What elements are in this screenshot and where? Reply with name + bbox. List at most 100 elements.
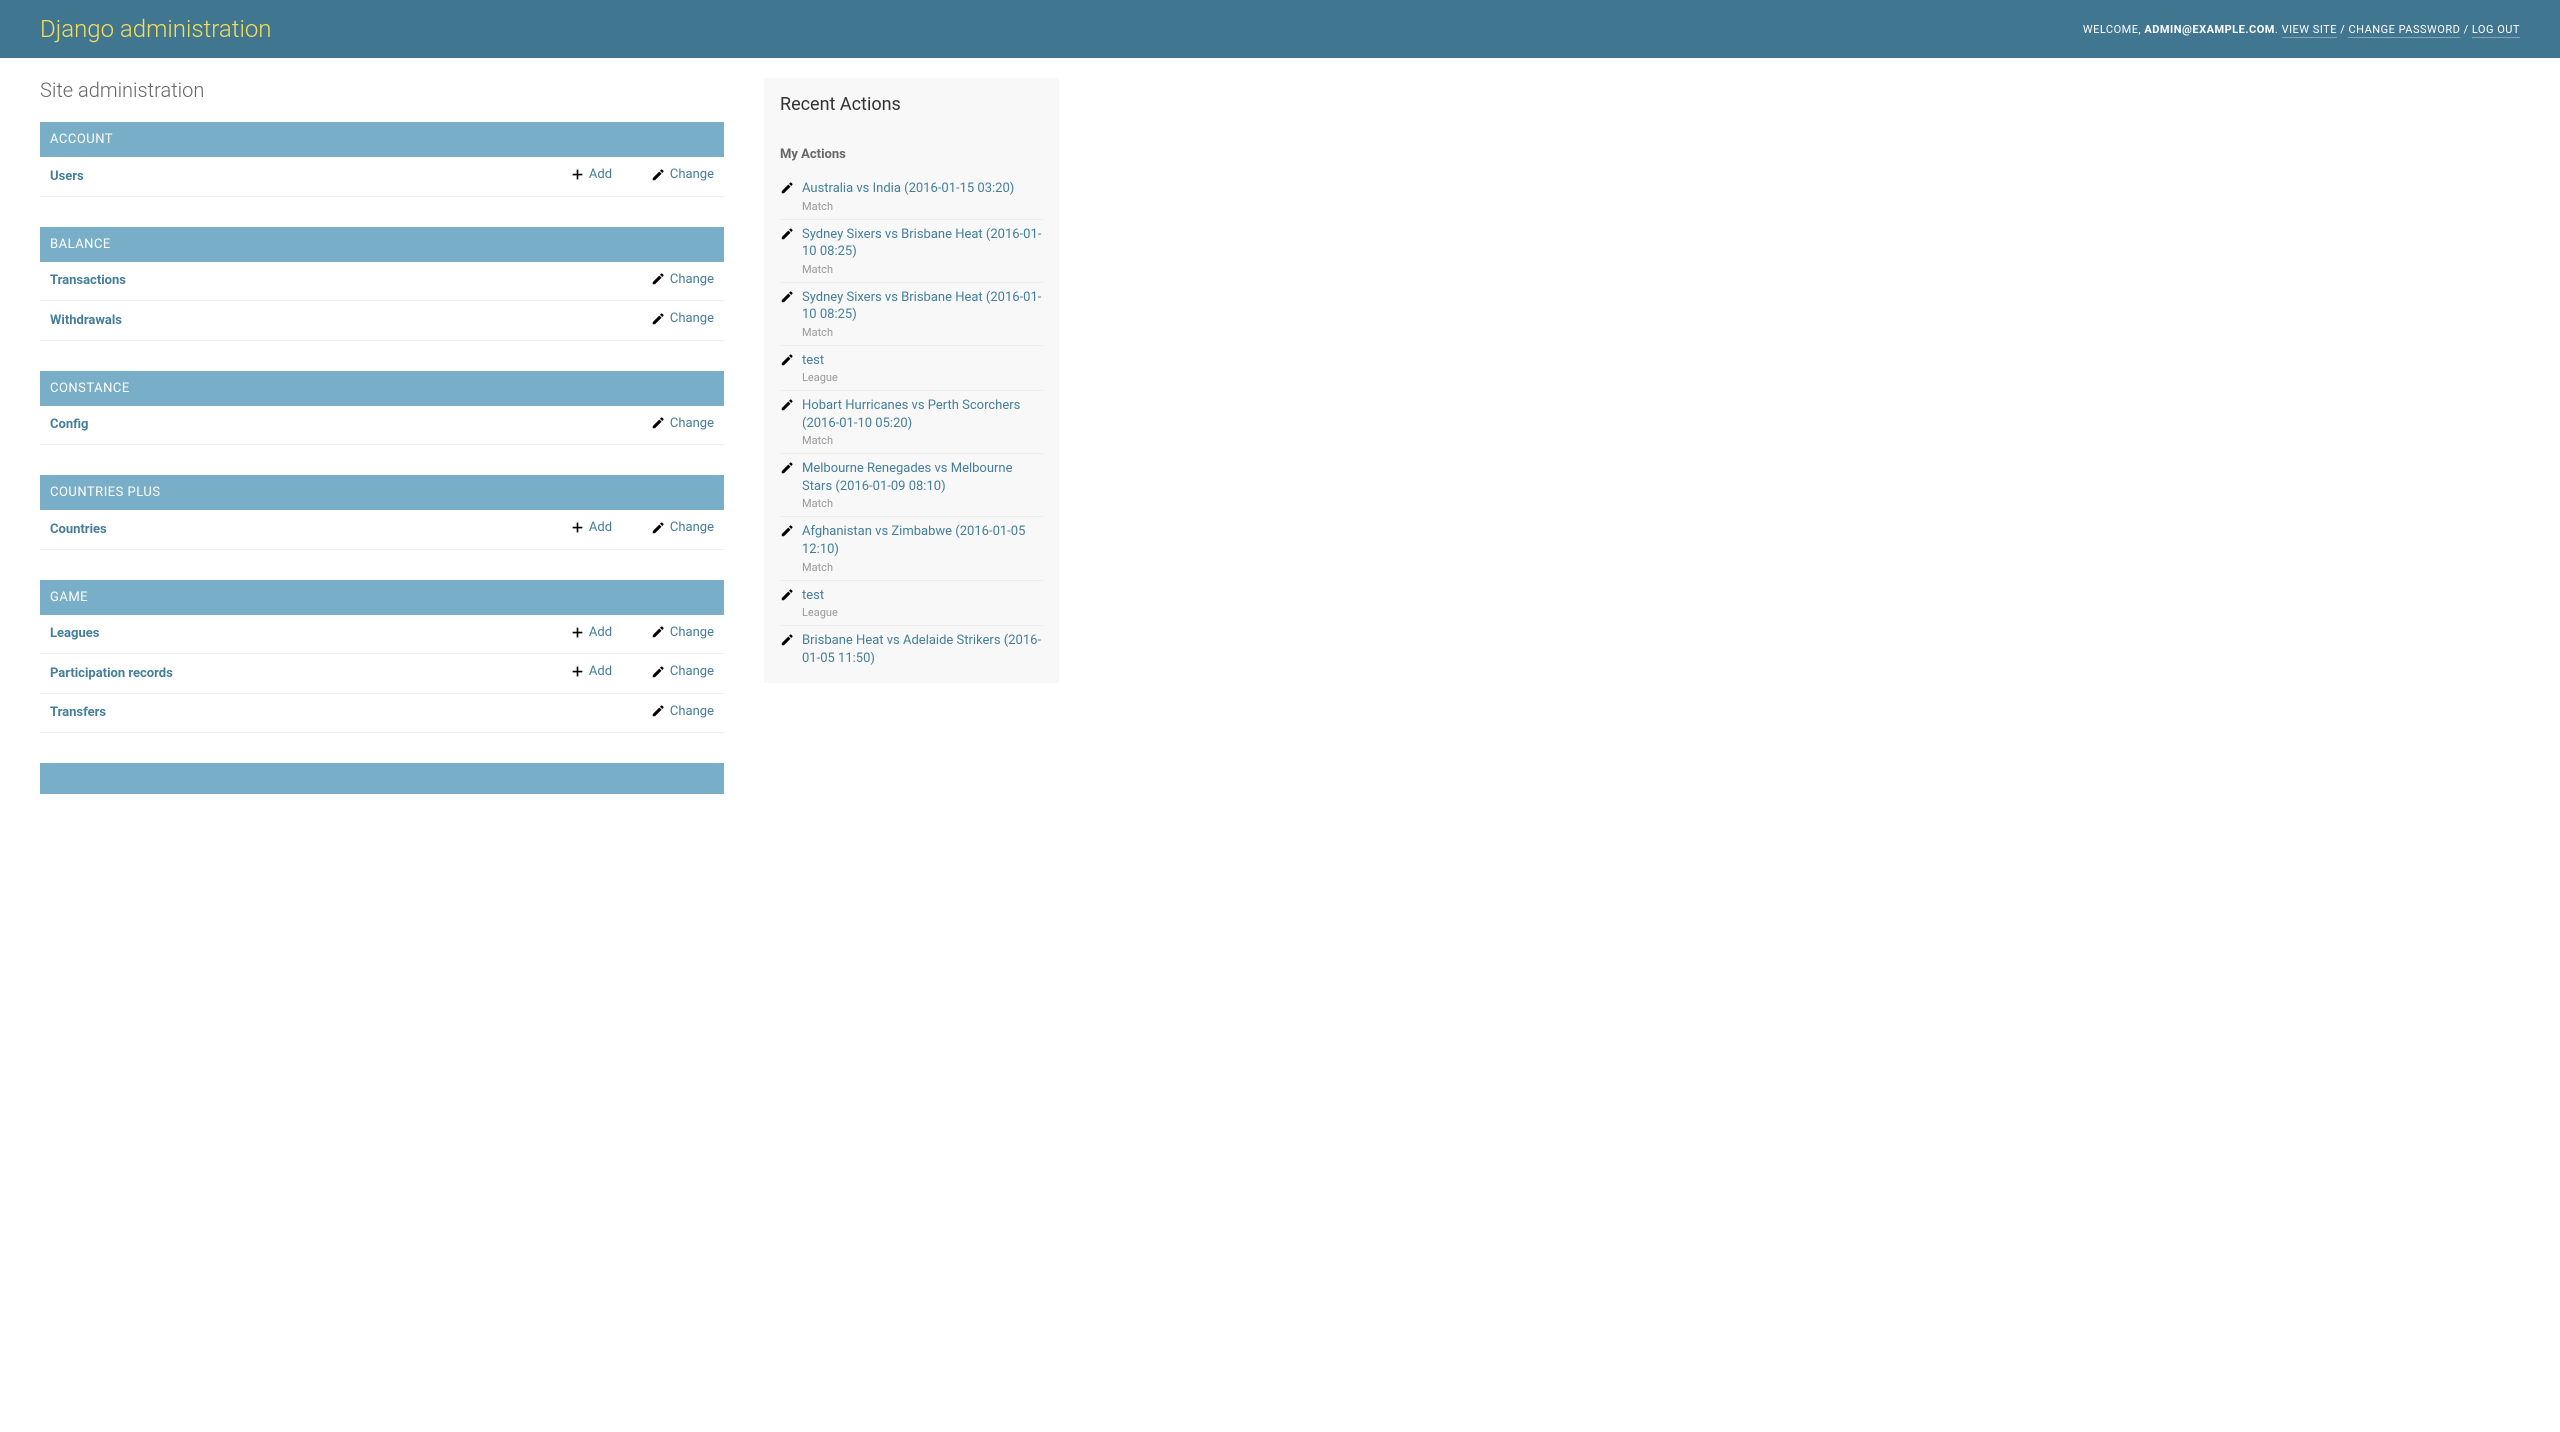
app-caption[interactable]: GAME [40, 580, 724, 615]
change-link[interactable]: Change [651, 272, 714, 287]
action-link[interactable]: test [802, 353, 824, 368]
action-item: Australia vs India (2016-01-15 03:20) Ma… [780, 174, 1043, 219]
change-link[interactable]: Change [651, 311, 714, 326]
add-cell [561, 301, 641, 341]
action-item: Afghanistan vs Zimbabwe (2016-01-05 12:1… [780, 516, 1043, 579]
change-cell: Change [641, 406, 724, 445]
model-link[interactable]: Withdrawals [50, 313, 122, 328]
model-link[interactable]: Transfers [50, 705, 106, 720]
model-name-cell: Config [40, 406, 561, 445]
username: ADMIN@EXAMPLE.COM [2144, 23, 2275, 36]
action-link[interactable]: Australia vs India (2016-01-15 03:20) [802, 181, 1014, 196]
action-item: Melbourne Renegades vs Melbourne Stars (… [780, 453, 1043, 516]
pencil-icon [780, 181, 794, 195]
model-link[interactable]: Countries [50, 522, 107, 537]
app-caption[interactable]: CONSTANCE [40, 371, 724, 406]
pencil-icon [780, 588, 794, 602]
log-out-link[interactable]: LOG OUT [2472, 23, 2520, 38]
pencil-icon [651, 521, 665, 535]
pencil-icon [780, 353, 794, 371]
change-cell: Change [641, 693, 724, 733]
model-name-cell: Countries [40, 510, 561, 549]
change-label: Change [670, 311, 714, 326]
change-link[interactable]: Change [651, 625, 714, 640]
change-cell: Change [641, 262, 724, 301]
recent-actions-heading: Recent Actions [780, 94, 1043, 131]
change-link[interactable]: Change [651, 520, 714, 535]
pencil-icon [780, 290, 794, 308]
pencil-icon [780, 398, 794, 416]
plus-icon [571, 665, 584, 678]
pencil-icon [780, 290, 794, 304]
model-link[interactable]: Participation records [50, 666, 173, 681]
pencil-icon [780, 353, 794, 367]
change-label: Change [670, 664, 714, 679]
add-link[interactable]: Add [571, 520, 612, 535]
action-type: Match [802, 497, 1043, 510]
add-cell: Add [561, 654, 641, 694]
add-link[interactable]: Add [571, 167, 612, 182]
model-name-cell: Users [40, 157, 561, 196]
action-link[interactable]: Afghanistan vs Zimbabwe (2016-01-05 12:1… [802, 524, 1025, 557]
action-item: Sydney Sixers vs Brisbane Heat (2016-01-… [780, 282, 1043, 345]
action-list: Australia vs India (2016-01-15 03:20) Ma… [780, 174, 1043, 673]
model-row: Transactions Change [40, 262, 724, 301]
view-site-link[interactable]: VIEW SITE [2282, 23, 2337, 38]
model-link[interactable]: Config [50, 417, 89, 432]
action-type: Match [802, 561, 1043, 574]
model-link[interactable]: Leagues [50, 626, 99, 641]
app-caption[interactable]: COUNTRIES PLUS [40, 475, 724, 510]
app-module: ACCOUNT Users Add Change [40, 122, 724, 197]
pencil-icon [780, 524, 794, 538]
action-link[interactable]: Brisbane Heat vs Adelaide Strikers (2016… [802, 633, 1041, 666]
app-caption[interactable]: BALANCE [40, 227, 724, 262]
action-link[interactable]: Hobart Hurricanes vs Perth Scorchers (20… [802, 398, 1020, 431]
action-item: Sydney Sixers vs Brisbane Heat (2016-01-… [780, 219, 1043, 282]
model-link[interactable]: Users [50, 169, 84, 184]
action-type: League [802, 606, 1043, 619]
action-item: test League [780, 345, 1043, 391]
pencil-icon [651, 704, 665, 718]
change-link[interactable]: Change [651, 167, 714, 182]
action-link[interactable]: Sydney Sixers vs Brisbane Heat (2016-01-… [802, 227, 1041, 260]
add-label: Add [589, 520, 612, 535]
action-link[interactable]: Melbourne Renegades vs Melbourne Stars (… [802, 461, 1013, 494]
change-link[interactable]: Change [651, 664, 714, 679]
plus-icon [571, 626, 584, 639]
model-row: Participation records Add Change [40, 654, 724, 694]
change-label: Change [670, 167, 714, 182]
model-row: Countries Add Change [40, 510, 724, 549]
pencil-icon [651, 625, 665, 639]
action-type: Match [802, 263, 1043, 276]
change-label: Change [670, 520, 714, 535]
pencil-icon [780, 633, 794, 651]
action-type: Match [802, 434, 1043, 447]
action-link[interactable]: Sydney Sixers vs Brisbane Heat (2016-01-… [802, 290, 1041, 323]
app-caption[interactable]: ACCOUNT [40, 122, 724, 157]
model-row: Leagues Add Change [40, 615, 724, 654]
pencil-icon [780, 227, 794, 245]
app-caption[interactable] [40, 763, 724, 794]
add-link[interactable]: Add [571, 664, 612, 679]
pencil-icon [780, 588, 794, 606]
change-link[interactable]: Change [651, 704, 714, 719]
pencil-icon [651, 665, 665, 679]
model-name-cell: Transactions [40, 262, 561, 301]
pencil-icon [780, 524, 794, 542]
change-label: Change [670, 704, 714, 719]
change-link[interactable]: Change [651, 416, 714, 431]
action-item: Brisbane Heat vs Adelaide Strikers (2016… [780, 625, 1043, 673]
add-link[interactable]: Add [571, 625, 612, 640]
model-link[interactable]: Transactions [50, 273, 126, 288]
pencil-icon [780, 181, 794, 199]
action-link[interactable]: test [802, 588, 824, 603]
branding-link[interactable]: Django administration [40, 15, 272, 43]
model-row: Users Add Change [40, 157, 724, 196]
app-module: COUNTRIES PLUS Countries Add Change [40, 475, 724, 550]
change-password-link[interactable]: CHANGE PASSWORD [2348, 23, 2460, 38]
app-module [40, 763, 724, 794]
add-cell: Add [561, 157, 641, 196]
action-item: test League [780, 580, 1043, 626]
add-label: Add [589, 664, 612, 679]
change-cell: Change [641, 157, 724, 196]
